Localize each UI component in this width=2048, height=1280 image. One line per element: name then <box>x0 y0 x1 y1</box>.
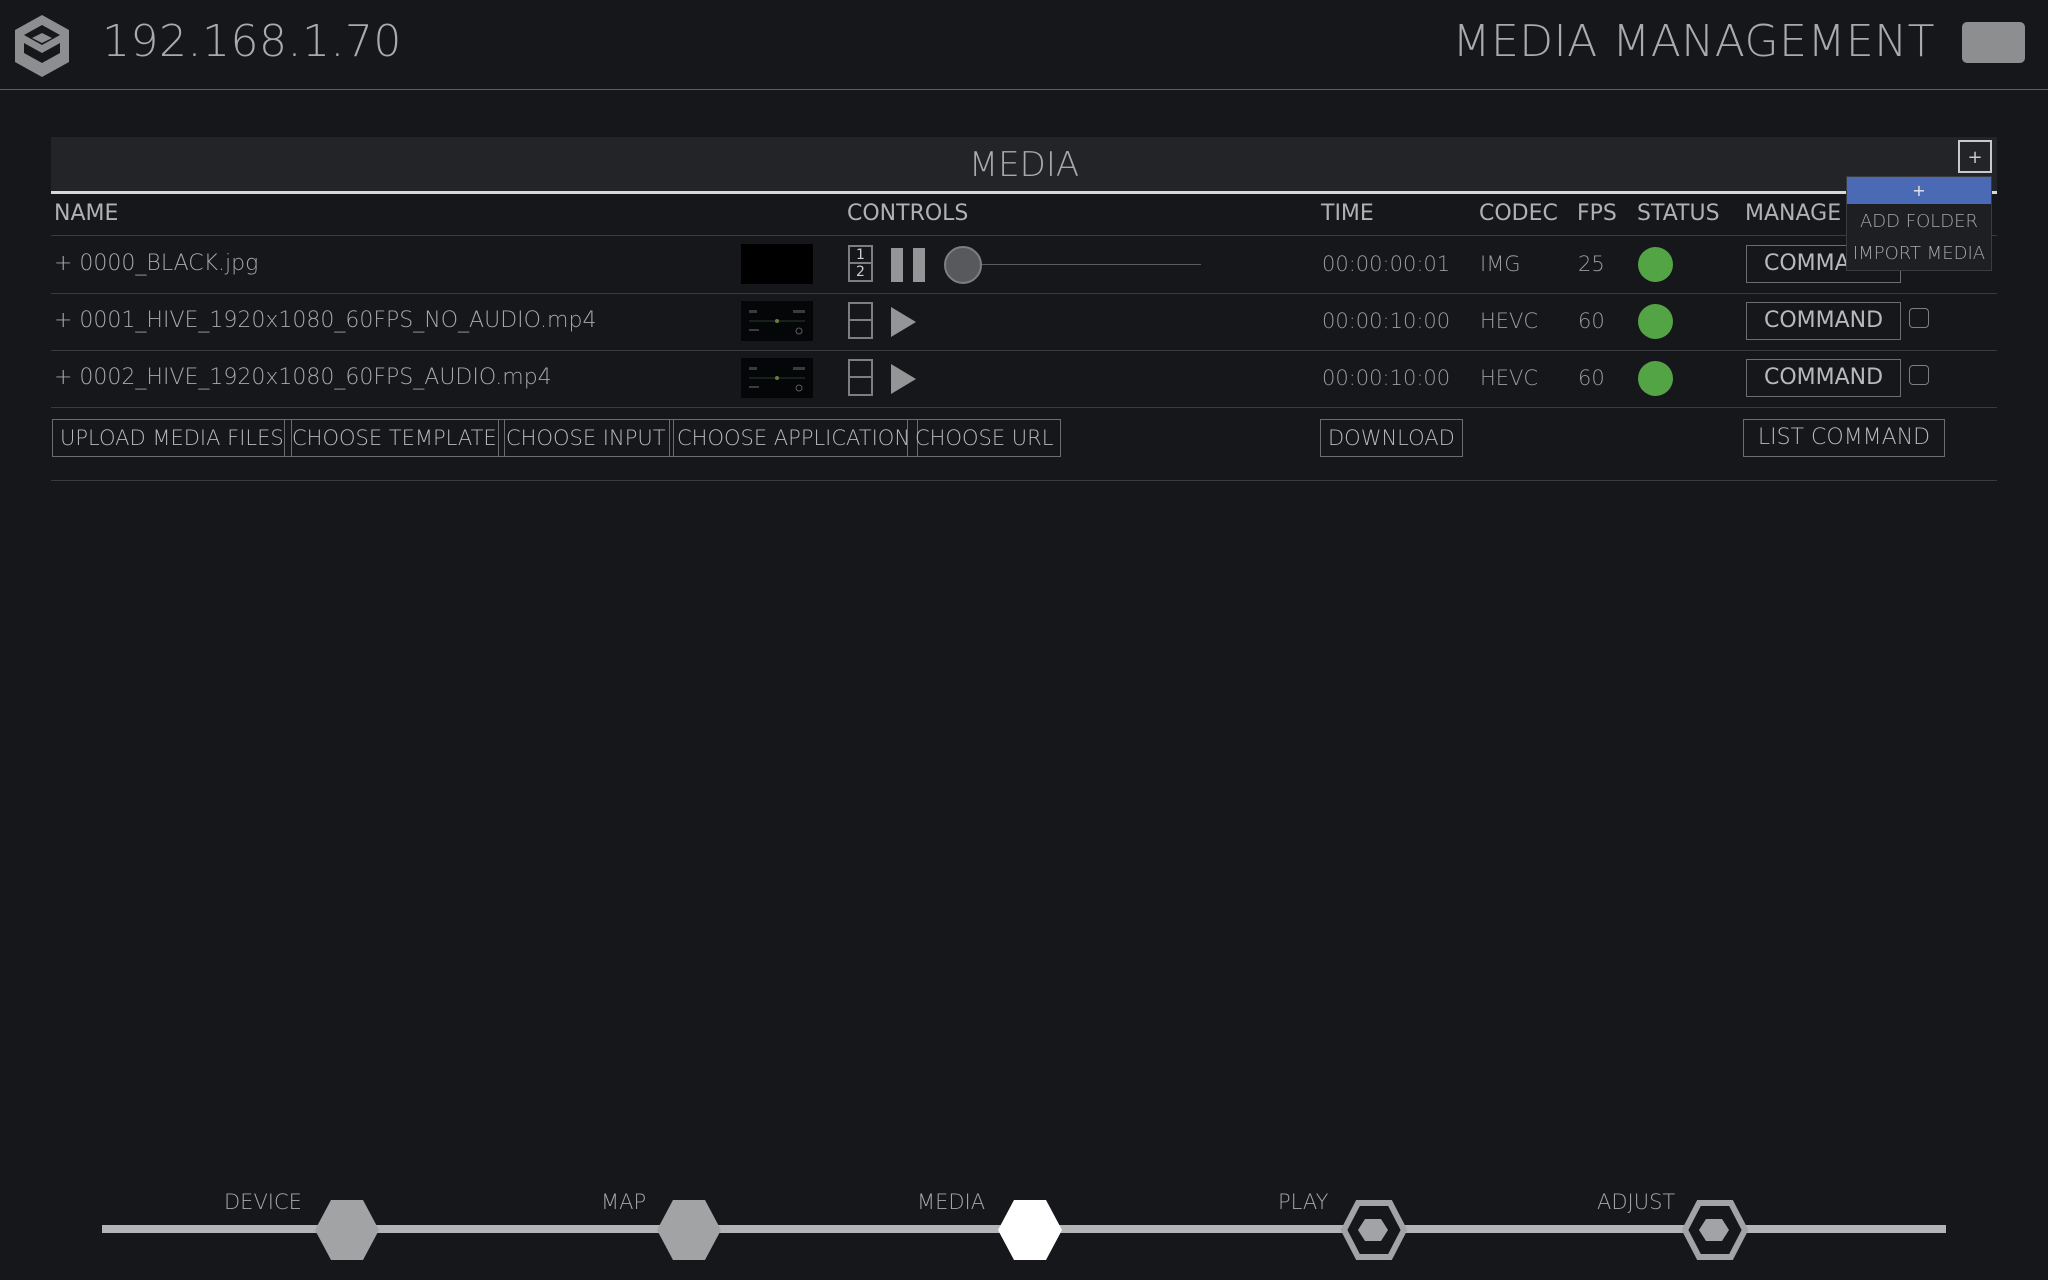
nav-media-hex-icon[interactable] <box>997 1199 1063 1261</box>
row-select-checkbox[interactable] <box>1909 365 1929 385</box>
column-header-status[interactable]: STATUS <box>1637 201 1720 226</box>
media-fps: 60 <box>1578 366 1605 390</box>
add-folder-item[interactable]: ADD FOLDER <box>1847 211 1991 232</box>
app-header: 192.168.1.70 MEDIA MANAGEMENT <box>0 0 2048 90</box>
choose-url-button[interactable]: CHOOSE URL <box>907 419 1062 457</box>
nav-map-hex-icon[interactable] <box>656 1199 722 1261</box>
nav-label-media[interactable]: MEDIA <box>917 1190 985 1214</box>
add-menu-dropdown: + ADD FOLDER IMPORT MEDIA <box>1846 176 1992 271</box>
upload-media-files-button[interactable]: UPLOAD MEDIA FILES <box>52 419 292 457</box>
layer-selector[interactable] <box>848 359 873 396</box>
nav-label-map[interactable]: MAP <box>601 1190 646 1214</box>
media-name[interactable]: + 0002_HIVE_1920x1080_60FPS_AUDIO.mp4 <box>54 365 552 390</box>
playback-slider-handle[interactable] <box>944 246 982 284</box>
nav-device-hex-icon[interactable] <box>314 1199 380 1261</box>
media-fps: 25 <box>1578 252 1605 276</box>
status-indicator <box>1638 361 1673 396</box>
play-icon[interactable] <box>891 364 916 394</box>
media-thumbnail <box>741 301 813 341</box>
status-indicator <box>1638 304 1673 339</box>
panel-divider <box>51 480 1997 481</box>
nav-label-device[interactable]: DEVICE <box>224 1190 302 1214</box>
playback-slider-track[interactable] <box>961 264 1201 265</box>
row-select-checkbox[interactable] <box>1909 308 1929 328</box>
list-command-button[interactable]: LIST COMMAND <box>1743 419 1945 457</box>
table-row[interactable]: + 0000_BLACK.jpg 1 2 00:00:00:01 IMG 25 … <box>51 236 1997 294</box>
media-name[interactable]: + 0000_BLACK.jpg <box>54 251 258 276</box>
choose-template-button[interactable]: CHOOSE TEMPLATE <box>284 419 505 457</box>
layer-selector[interactable] <box>848 302 873 339</box>
add-media-button[interactable]: + <box>1958 140 1992 173</box>
choose-input-button[interactable]: CHOOSE INPUT <box>498 419 674 457</box>
choose-application-button[interactable]: CHOOSE APPLICATION <box>669 419 919 457</box>
download-button[interactable]: DOWNLOAD <box>1320 419 1463 457</box>
menu-button[interactable] <box>1962 22 2025 63</box>
command-button[interactable]: COMMAND <box>1746 359 1901 397</box>
page-title: MEDIA MANAGEMENT <box>1452 16 1935 67</box>
layer-number: 2 <box>856 264 865 280</box>
column-header-name[interactable]: NAME <box>54 201 118 226</box>
media-thumbnail <box>741 358 813 398</box>
media-time: 00:00:10:00 <box>1322 366 1451 390</box>
command-button[interactable]: COMMAND <box>1746 302 1901 340</box>
nav-label-adjust[interactable]: ADJUST <box>1597 1190 1675 1214</box>
media-codec: HEVC <box>1480 366 1539 390</box>
media-panel-title: MEDIA <box>968 145 1080 185</box>
column-header-time[interactable]: TIME <box>1321 201 1374 226</box>
media-thumbnail <box>741 244 813 284</box>
import-media-item[interactable]: IMPORT MEDIA <box>1847 243 1991 264</box>
play-icon[interactable] <box>891 307 916 337</box>
media-codec: IMG <box>1480 252 1521 276</box>
nav-label-play[interactable]: PLAY <box>1278 1190 1328 1214</box>
media-name[interactable]: + 0001_HIVE_1920x1080_60FPS_NO_AUDIO.mp4 <box>54 308 596 333</box>
media-fps: 60 <box>1578 309 1605 333</box>
layer-number: 1 <box>856 247 865 263</box>
table-row[interactable]: + 0001_HIVE_1920x1080_60FPS_NO_AUDIO.mp4… <box>51 293 1997 351</box>
hive-logo-icon <box>15 15 69 77</box>
table-row[interactable]: + 0002_HIVE_1920x1080_60FPS_AUDIO.mp4 00… <box>51 350 1997 408</box>
nav-play-hex-icon[interactable] <box>1341 1199 1407 1261</box>
layer-selector[interactable]: 1 2 <box>848 245 873 282</box>
device-ip-address: 192.168.1.70 <box>102 16 402 67</box>
column-header-manage: MANAGE <box>1745 201 1842 226</box>
nav-adjust-hex-icon[interactable] <box>1682 1199 1748 1261</box>
media-panel-header: MEDIA <box>51 137 1997 194</box>
status-indicator <box>1638 247 1673 282</box>
dropdown-header[interactable]: + <box>1847 177 1991 204</box>
column-header-codec[interactable]: CODEC <box>1479 201 1558 226</box>
media-time: 00:00:00:01 <box>1322 252 1451 276</box>
media-time: 00:00:10:00 <box>1322 309 1451 333</box>
column-header-fps[interactable]: FPS <box>1577 201 1617 226</box>
media-codec: HEVC <box>1480 309 1539 333</box>
column-header-controls: CONTROLS <box>847 201 969 226</box>
pause-icon[interactable] <box>891 248 925 282</box>
